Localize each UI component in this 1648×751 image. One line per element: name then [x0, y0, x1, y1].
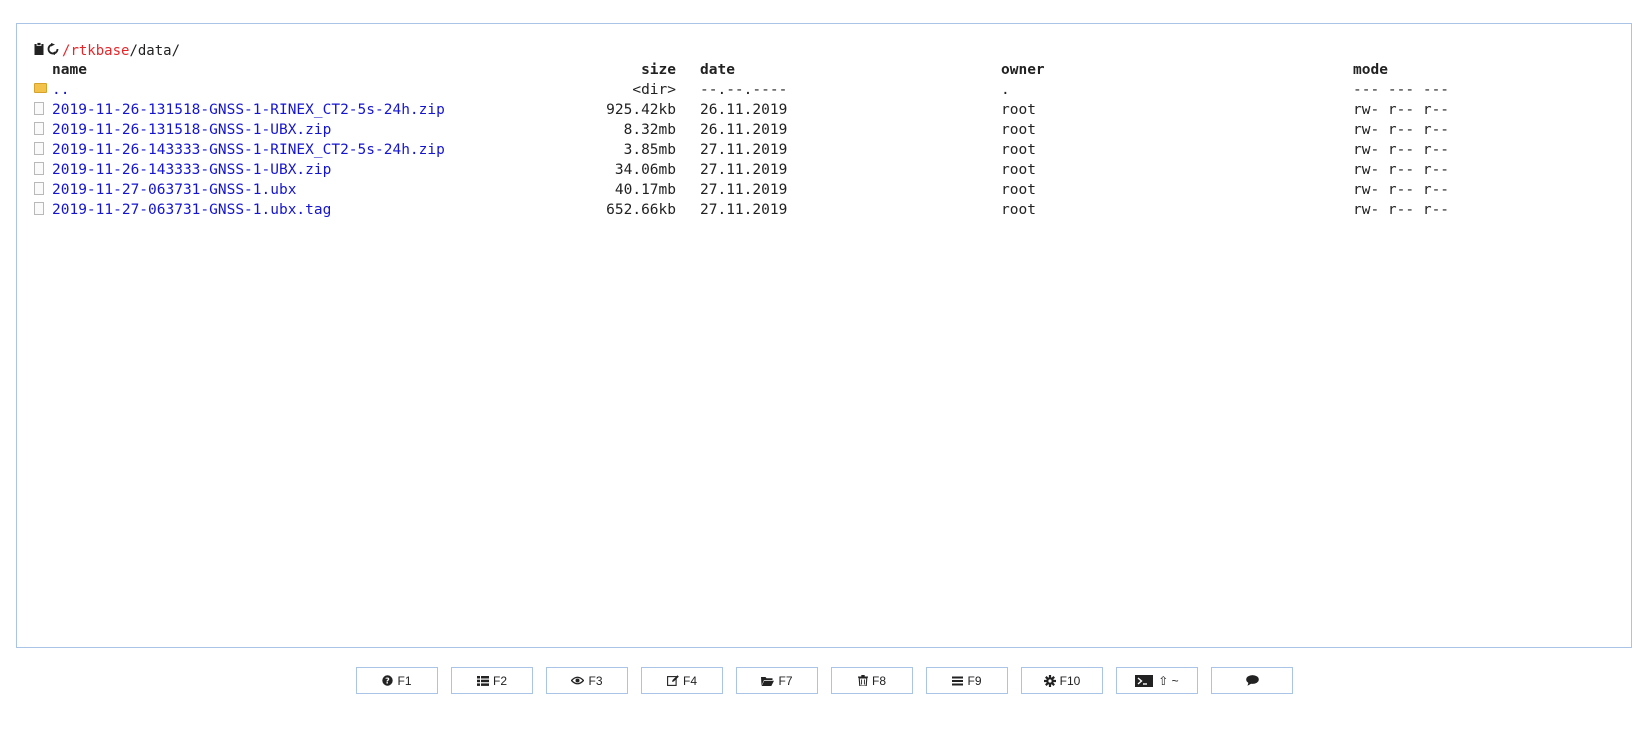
file-owner: root	[1001, 142, 1036, 158]
new-folder-button[interactable]: F7	[736, 667, 818, 694]
file-date: 27.11.2019	[700, 202, 788, 218]
path-root-separator: /	[62, 42, 71, 59]
file-icon	[34, 101, 44, 115]
file-mode: rw- r-- r--	[1353, 182, 1450, 198]
file-owner: root	[1001, 182, 1036, 198]
file-table: name size date owner mode .. <dir> --.--…	[34, 60, 1553, 220]
file-name-link[interactable]: 2019-11-26-143333-GNSS-1-RINEX_CT2-5s-24…	[52, 142, 445, 158]
file-date: 27.11.2019	[700, 142, 788, 158]
help-button[interactable]: ? F1	[356, 667, 438, 694]
file-name-link[interactable]: 2019-11-26-131518-GNSS-1-UBX.zip	[52, 122, 331, 138]
folder-icon	[761, 676, 775, 686]
file-date: 26.11.2019	[700, 102, 788, 118]
file-icon	[34, 161, 44, 175]
column-header-mode[interactable]: mode	[1353, 60, 1553, 80]
delete-button-label: F8	[871, 673, 886, 688]
table-row[interactable]: 2019-11-26-143333-GNSS-1-UBX.zip 34.06mb…	[34, 160, 1553, 180]
file-size: 34.06mb	[614, 162, 676, 178]
table-row[interactable]: 2019-11-26-143333-GNSS-1-RINEX_CT2-5s-24…	[34, 140, 1553, 160]
file-name-link[interactable]: ..	[52, 82, 69, 98]
file-date: --.--.----	[700, 82, 788, 98]
header-icon-spacer	[34, 60, 52, 80]
trash-icon	[857, 675, 868, 686]
table-row[interactable]: 2019-11-27-063731-GNSS-1.ubx 40.17mb 27.…	[34, 180, 1553, 200]
path-root-link[interactable]: rtkbase	[70, 43, 129, 59]
refresh-icon[interactable]	[47, 42, 59, 59]
file-size: 3.85mb	[623, 142, 676, 158]
column-header-size[interactable]: size	[572, 60, 700, 80]
table-row[interactable]: 2019-11-26-131518-GNSS-1-UBX.zip 8.32mb …	[34, 120, 1553, 140]
view-button-label: F3	[588, 673, 603, 688]
terminal-button-label: ⇧ ~	[1158, 673, 1179, 688]
menu-button-label: F9	[967, 673, 982, 688]
file-size: 8.32mb	[623, 122, 676, 138]
file-size: 40.17mb	[614, 182, 676, 198]
column-header-date[interactable]: date	[700, 60, 1001, 80]
table-header: name size date owner mode	[34, 60, 1553, 80]
folder-icon	[34, 83, 47, 93]
gear-icon	[1043, 674, 1056, 687]
terminal-button[interactable]: ⇧ ~	[1116, 667, 1198, 694]
terminal-icon	[1135, 674, 1154, 687]
chat-button[interactable]	[1211, 667, 1293, 694]
file-mode: rw- r-- r--	[1353, 142, 1450, 158]
file-owner: root	[1001, 102, 1036, 118]
file-owner: root	[1001, 202, 1036, 218]
settings-button-label: F10	[1059, 673, 1081, 688]
file-panel: / rtkbase /data/ name size date owner mo…	[16, 23, 1632, 648]
clipboard-icon[interactable]	[34, 42, 44, 59]
new-folder-button-label: F7	[778, 673, 793, 688]
file-owner: root	[1001, 122, 1036, 138]
file-owner: root	[1001, 162, 1036, 178]
file-icon	[34, 141, 44, 155]
list-icon	[476, 675, 489, 686]
help-icon: ?	[382, 675, 394, 686]
file-icon	[34, 181, 44, 195]
column-header-owner[interactable]: owner	[1001, 60, 1353, 80]
edit-button[interactable]: F4	[641, 667, 723, 694]
view-mode-button-label: F2	[492, 673, 507, 688]
view-button[interactable]: F3	[546, 667, 628, 694]
file-mode: rw- r-- r--	[1353, 102, 1450, 118]
svg-text:?: ?	[386, 676, 391, 685]
file-size: 652.66kb	[606, 202, 676, 218]
table-row[interactable]: 2019-11-26-131518-GNSS-1-RINEX_CT2-5s-24…	[34, 100, 1553, 120]
table-row[interactable]: 2019-11-27-063731-GNSS-1.ubx.tag 652.66k…	[34, 200, 1553, 220]
edit-icon	[667, 675, 679, 686]
file-size: 925.42kb	[606, 102, 676, 118]
file-mode: rw- r-- r--	[1353, 162, 1450, 178]
settings-button[interactable]: F10	[1021, 667, 1103, 694]
file-name-link[interactable]: 2019-11-26-131518-GNSS-1-RINEX_CT2-5s-24…	[52, 102, 445, 118]
function-key-bar: ? F1 F2 F3 F4 F7 F8 F9 F10 ⇧ ~	[356, 667, 1306, 694]
file-icon	[34, 121, 44, 135]
file-date: 27.11.2019	[700, 162, 788, 178]
table-row[interactable]: .. <dir> --.--.---- . --- --- ---	[34, 80, 1553, 100]
file-icon	[34, 201, 44, 215]
column-header-name[interactable]: name	[52, 60, 572, 80]
file-mode: --- --- ---	[1353, 82, 1450, 98]
help-button-label: F1	[397, 673, 412, 688]
edit-button-label: F4	[682, 673, 697, 688]
path-bar: / rtkbase /data/	[34, 42, 180, 59]
file-date: 26.11.2019	[700, 122, 788, 138]
chat-icon	[1245, 675, 1259, 686]
menu-icon	[952, 676, 964, 685]
file-mode: rw- r-- r--	[1353, 202, 1450, 218]
view-mode-button[interactable]: F2	[451, 667, 533, 694]
path-current: /data/	[129, 42, 181, 59]
file-size: <dir>	[632, 82, 676, 98]
file-name-link[interactable]: 2019-11-27-063731-GNSS-1.ubx.tag	[52, 202, 331, 218]
file-name-link[interactable]: 2019-11-27-063731-GNSS-1.ubx	[52, 182, 296, 198]
file-name-link[interactable]: 2019-11-26-143333-GNSS-1-UBX.zip	[52, 162, 331, 178]
file-mode: rw- r-- r--	[1353, 122, 1450, 138]
file-owner: .	[1001, 82, 1010, 98]
file-date: 27.11.2019	[700, 182, 788, 198]
delete-button[interactable]: F8	[831, 667, 913, 694]
menu-button[interactable]: F9	[926, 667, 1008, 694]
eye-icon	[571, 676, 585, 685]
